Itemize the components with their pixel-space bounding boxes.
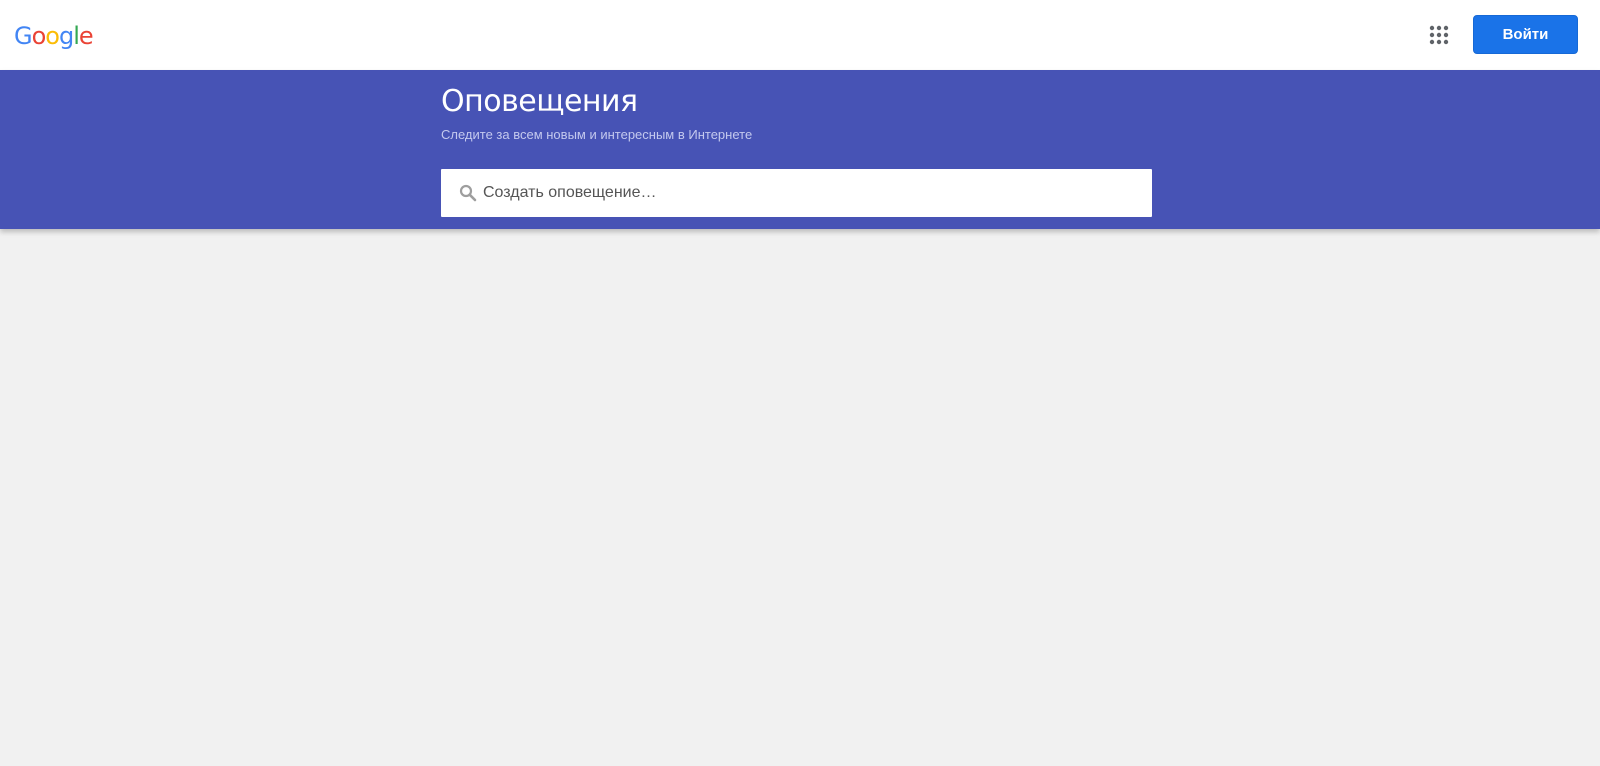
top-bar: Google Войти (0, 0, 1600, 70)
logo-letter: g (58, 22, 74, 50)
alerts-banner: Оповещения Следите за всем новым и интер… (0, 70, 1600, 229)
logo-letter: G (14, 22, 33, 50)
signin-button[interactable]: Войти (1473, 15, 1578, 54)
create-alert-search-box[interactable] (441, 169, 1152, 217)
logo-letter: o (31, 22, 47, 50)
search-icon (459, 184, 477, 202)
google-logo[interactable]: Google (14, 20, 94, 52)
page-subtitle: Следите за всем новым и интересным в Инт… (441, 127, 753, 142)
logo-letter: o (45, 22, 60, 50)
page-title: Оповещения (441, 84, 638, 119)
apps-grid-icon[interactable] (1424, 20, 1454, 50)
create-alert-input[interactable] (483, 169, 1143, 217)
logo-letter: e (78, 22, 94, 50)
